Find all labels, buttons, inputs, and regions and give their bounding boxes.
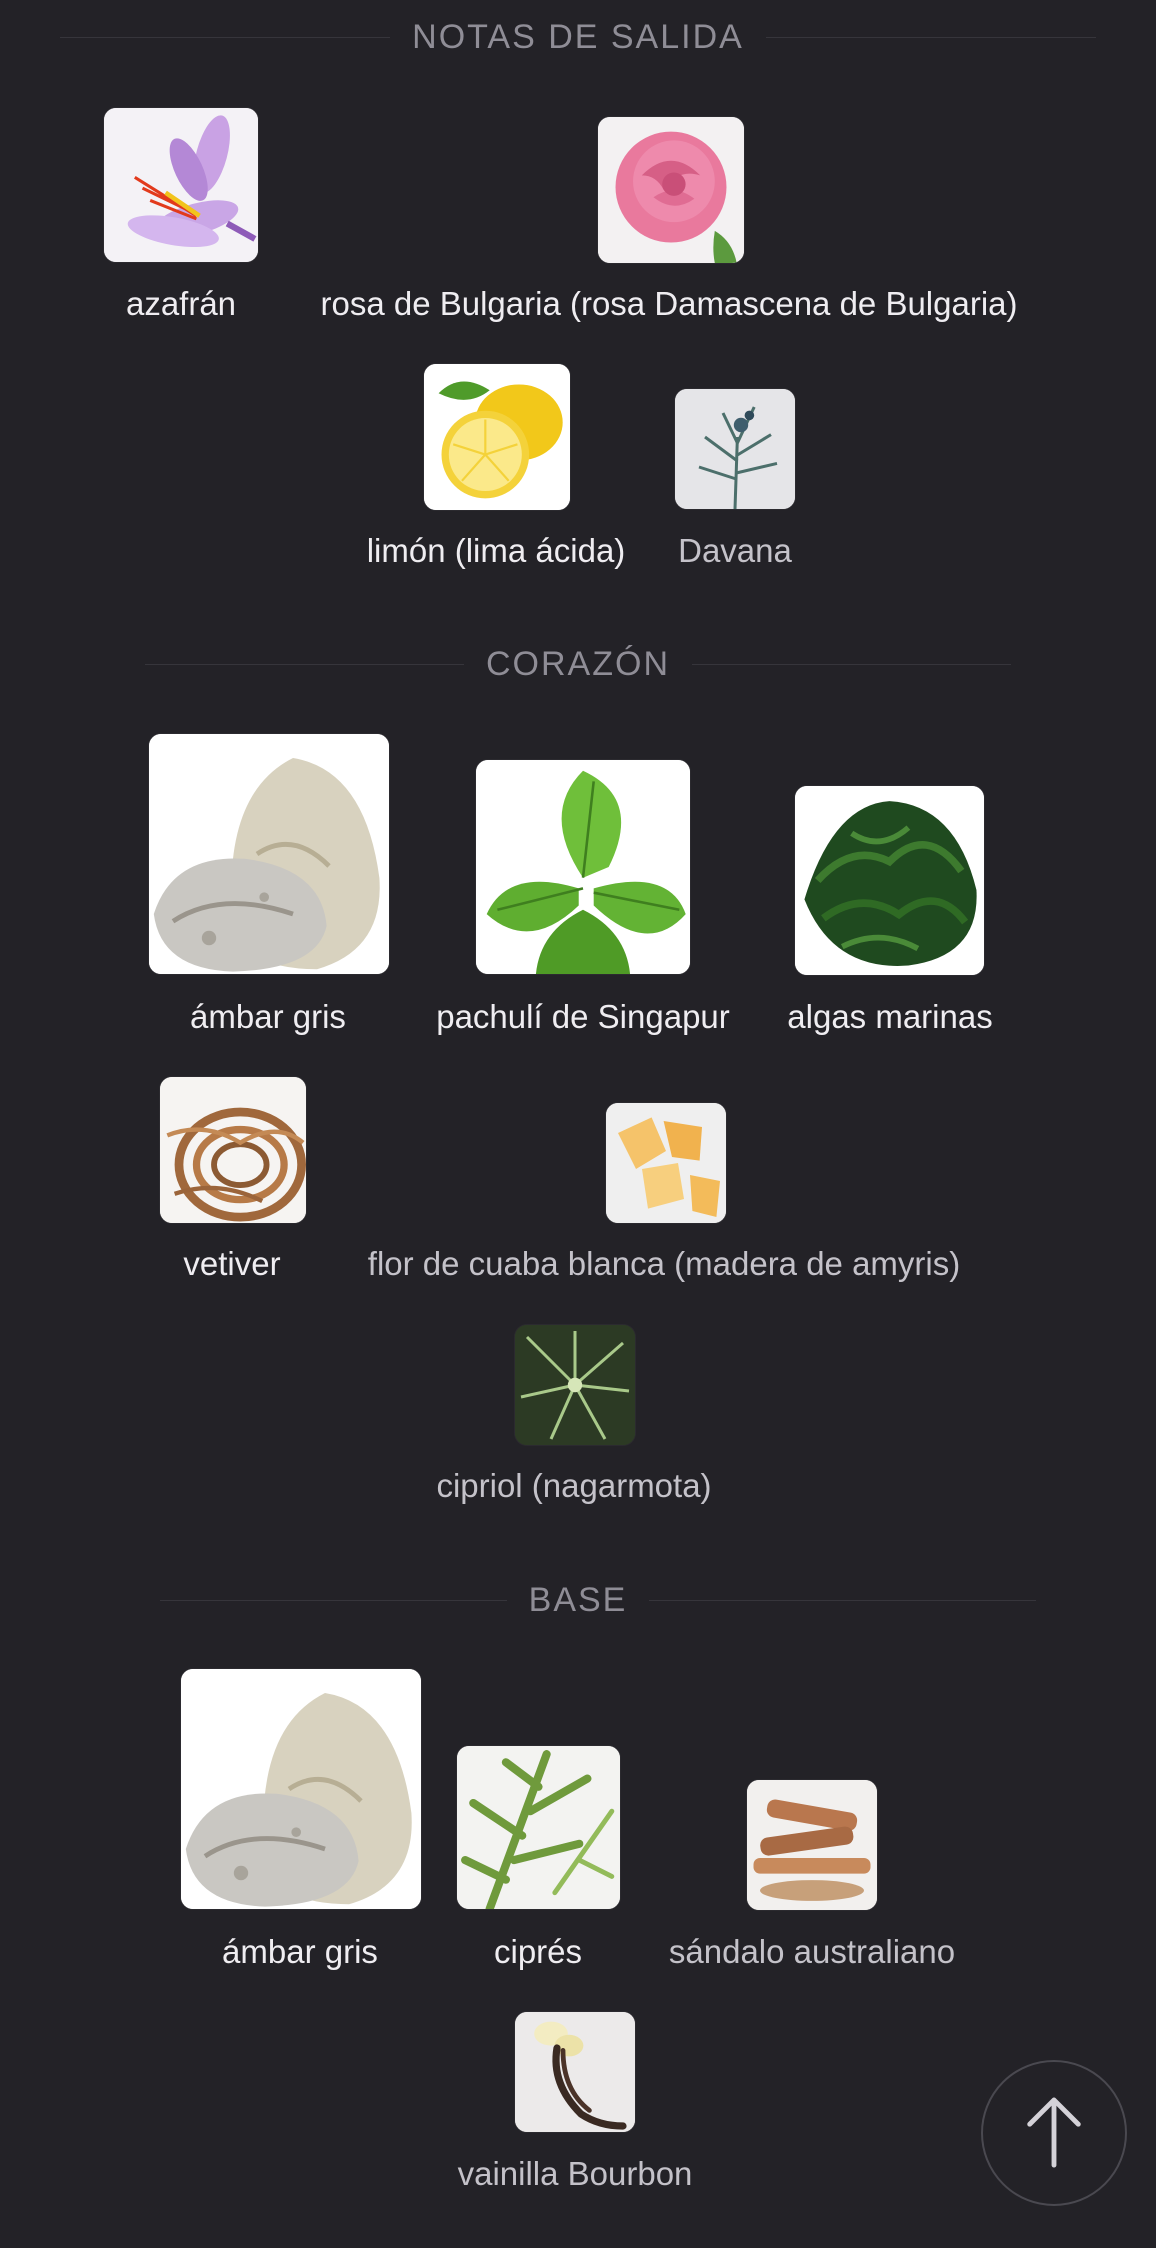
note-label-amyris[interactable]: flor de cuaba blanca (madera de amyris) [368,1244,960,1284]
amyris-image [606,1103,726,1223]
rose-image [598,117,744,263]
saffron-image [104,108,258,262]
note-label-lemon[interactable]: limón (lima ácida) [367,531,626,571]
note-label-sandalwood[interactable]: sándalo australiano [669,1932,955,1972]
ambergris-image [181,1669,421,1909]
seaweed-image [795,786,984,975]
note-image-rose[interactable] [598,117,744,263]
section-header-top-notes: NOTAS DE SALIDA [0,17,1156,57]
note-image-cypriol[interactable] [515,1325,635,1445]
note-label-vetiver[interactable]: vetiver [183,1244,280,1284]
note-image-lemon[interactable] [424,364,570,510]
sandalwood-image [747,1780,877,1910]
note-image-ambergris-base[interactable] [181,1669,421,1909]
note-label-seaweed[interactable]: algas marinas [787,997,992,1037]
note-image-ambergris-heart[interactable] [149,734,389,974]
lemon-image [424,364,570,510]
section-title: BASE [506,1581,650,1619]
section-header-base-notes: BASE [0,1580,1156,1620]
note-label-rose[interactable]: rosa de Bulgaria (rosa Damascena de Bulg… [320,284,1017,324]
vanilla-image [515,2012,635,2132]
note-label-ambergris-heart[interactable]: ámbar gris [190,997,346,1037]
ambergris-image [149,734,389,974]
note-image-vanilla[interactable] [515,2012,635,2132]
section-header-heart-notes: CORAZÓN [0,644,1156,684]
note-image-sandalwood[interactable] [747,1780,877,1910]
note-label-ambergris-base[interactable]: ámbar gris [222,1932,378,1972]
note-label-davana[interactable]: Davana [678,531,792,571]
note-label-cypriol[interactable]: cipriol (nagarmota) [436,1466,711,1506]
note-image-patchouli[interactable] [476,760,690,974]
arrow-up-icon [1027,2097,1081,2168]
davana-image [675,389,795,509]
note-label-vanilla[interactable]: vainilla Bourbon [458,2154,693,2194]
note-label-saffron[interactable]: azafrán [126,284,236,324]
note-image-davana[interactable] [675,389,795,509]
note-label-patchouli[interactable]: pachulí de Singapur [436,997,730,1037]
cypress-image [457,1746,620,1909]
scroll-to-top-button[interactable] [981,2060,1127,2206]
note-image-seaweed[interactable] [795,786,984,975]
note-image-amyris[interactable] [606,1103,726,1223]
cypriol-image [515,1325,635,1445]
note-image-vetiver[interactable] [160,1077,306,1223]
vetiver-image [160,1077,306,1223]
patchouli-image [476,760,690,974]
section-title: CORAZÓN [464,645,692,683]
note-image-cypress[interactable] [457,1746,620,1909]
note-image-saffron[interactable] [104,108,258,262]
note-label-cypress[interactable]: ciprés [494,1932,582,1972]
section-title: NOTAS DE SALIDA [390,18,766,56]
